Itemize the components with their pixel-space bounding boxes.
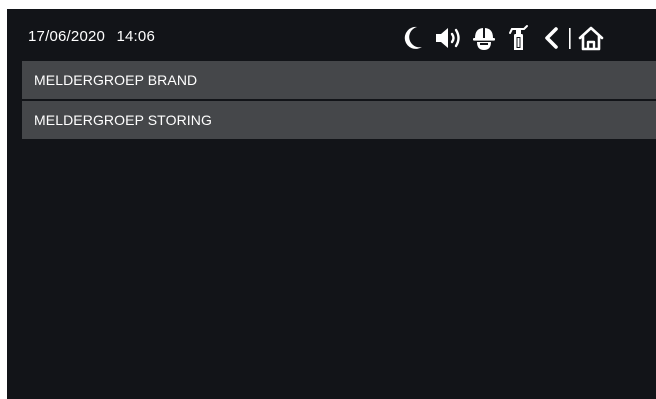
time-text: 14:06: [116, 28, 155, 45]
fire-extinguisher-icon[interactable]: [508, 23, 530, 53]
home-icon[interactable]: [576, 23, 606, 53]
icon-divider: [569, 28, 571, 49]
menu-item-meldergroep-brand[interactable]: MELDERGROEP BRAND: [22, 61, 656, 99]
date-time: 17/06/2020 14:06: [28, 28, 155, 45]
panel-screen: 17/06/2020 14:06 MELDERGROEP BRAND MELDE…: [7, 9, 656, 399]
menu-item-meldergroep-storing[interactable]: MELDERGROEP STORING: [22, 101, 656, 139]
menu-item-label: MELDERGROEP STORING: [34, 112, 212, 128]
status-bar: 17/06/2020 14:06: [7, 9, 656, 61]
back-icon[interactable]: [541, 23, 561, 53]
moon-icon[interactable]: [402, 23, 424, 53]
menu-item-label: MELDERGROEP BRAND: [34, 72, 198, 88]
date-text: 17/06/2020: [28, 28, 106, 45]
speaker-icon[interactable]: [433, 23, 463, 53]
firefighter-helmet-icon[interactable]: [471, 23, 497, 53]
